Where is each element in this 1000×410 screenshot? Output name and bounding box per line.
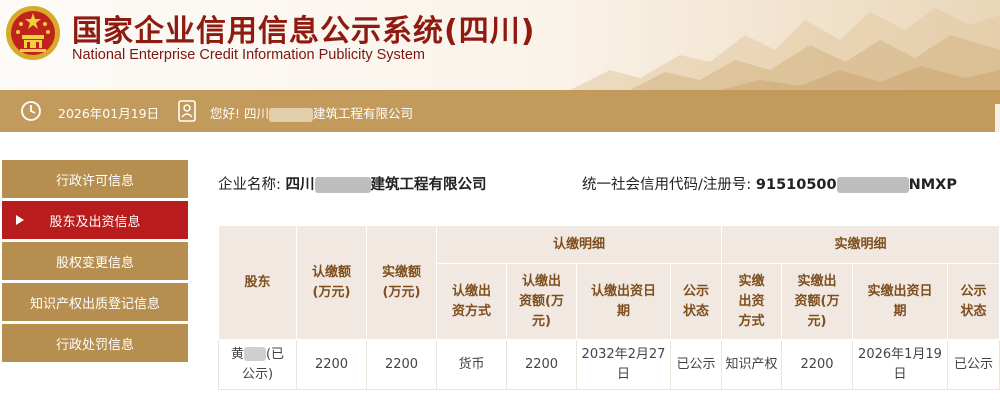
redacted-text: [314, 177, 371, 193]
redacted-text: [269, 107, 313, 122]
bar-edge: [995, 104, 1000, 132]
col-header-paid-amount: 实缴额 (万元): [366, 225, 437, 340]
sidebar-nav: 行政许可信息 股东及出资信息 股权变更信息 知识产权出质登记信息 行政处罚信息: [2, 160, 188, 365]
sidebar-item-label: 股东及出资信息: [49, 214, 141, 230]
col-header-paid-date: 实缴出资日 期: [852, 263, 948, 340]
cell-sub-method: 货币: [436, 339, 507, 390]
active-arrow-icon: [16, 215, 24, 225]
clock-icon: [21, 101, 41, 121]
table-row: 黄 (已 公示) 2200 2200 货币 2200 2032年2月27 日 已公…: [218, 339, 1000, 390]
shareholder-table: 股东 认缴额 (万元) 实缴额 (万元) 认缴明细 实缴明细 认缴出 资方式 认…: [218, 225, 1000, 390]
national-emblem-icon: [6, 6, 60, 60]
site-subtitle-en: National Enterprise Credit Information P…: [72, 47, 425, 63]
col-header-paid-method: 实缴 出资 方式: [721, 263, 782, 340]
info-bar: 2026年01月19日 您好! 四川 建筑工程有限公司: [0, 90, 1000, 132]
col-header-paid-status: 公示 状态: [947, 263, 1000, 340]
cell-sub-amount: 2200: [506, 339, 577, 390]
col-header-paid-detail: 实缴明细: [721, 225, 1000, 264]
col-header-paid-amount: 实缴出 资额(万 元): [781, 263, 853, 340]
sidebar-item-label: 股权变更信息: [55, 255, 134, 271]
col-header-sub-date: 认缴出资日 期: [576, 263, 671, 340]
credit-code-row: 统一社会信用代码/注册号: 91510500 NMXP: [582, 173, 957, 194]
cell-sub-date: 2032年2月27 日: [576, 339, 671, 390]
user-greeting: 您好! 四川 建筑工程有限公司: [210, 106, 414, 122]
cell-paid-date: 2026年1月19 日: [852, 339, 948, 390]
cell-subscribed: 2200: [296, 339, 367, 390]
sidebar-item-label: 知识产权出质登记信息: [29, 296, 160, 312]
site-header: 国家企业信用信息公示系统(四川) National Enterprise Cre…: [0, 0, 1000, 90]
company-name-row: 企业名称: 四川 建筑工程有限公司: [218, 173, 487, 194]
col-header-sub-method: 认缴出 资方式: [436, 263, 507, 340]
cell-paid-amount: 2200: [781, 339, 853, 390]
redacted-text: [836, 177, 909, 193]
credit-code-label: 统一社会信用代码/注册号:: [582, 177, 752, 193]
sidebar-item-ip-pledge[interactable]: 知识产权出质登记信息: [2, 283, 188, 321]
mountain-landscape-decoration: [570, 8, 1000, 90]
col-header-subscribed-detail: 认缴明细: [436, 225, 722, 264]
col-header-shareholder: 股东: [218, 225, 297, 340]
company-name-label: 企业名称:: [218, 177, 281, 193]
current-date: 2026年01月19日: [58, 106, 160, 121]
col-header-sub-amount: 认缴出 资额(万 元): [506, 263, 577, 340]
cell-shareholder[interactable]: 黄 (已 公示): [218, 339, 297, 390]
user-badge-icon: [178, 100, 196, 122]
col-header-subscribed-amount: 认缴额 (万元): [296, 225, 367, 340]
cell-paid-method: 知识产权: [721, 339, 782, 390]
sidebar-item-label: 行政许可信息: [55, 173, 134, 189]
main-panel: 企业名称: 四川 建筑工程有限公司 统一社会信用代码/注册号: 91510500 N…: [202, 155, 1000, 410]
sidebar-item-admin-penalty[interactable]: 行政处罚信息: [2, 324, 188, 362]
company-name: 四川 建筑工程有限公司: [285, 177, 487, 193]
site-title: 国家企业信用信息公示系统(四川): [72, 14, 536, 49]
sidebar-item-label: 行政处罚信息: [55, 337, 134, 353]
cell-sub-status: 已公示: [670, 339, 722, 390]
redacted-text: [243, 347, 266, 361]
col-header-sub-status: 公示 状态: [670, 263, 722, 340]
cell-paid-status: 已公示: [947, 339, 1000, 390]
cell-paid: 2200: [366, 339, 437, 390]
credit-code: 91510500 NMXP: [755, 177, 957, 193]
sidebar-item-admin-license[interactable]: 行政许可信息: [2, 160, 188, 198]
sidebar-item-equity-change[interactable]: 股权变更信息: [2, 242, 188, 280]
sidebar-item-shareholders[interactable]: 股东及出资信息: [2, 201, 188, 239]
